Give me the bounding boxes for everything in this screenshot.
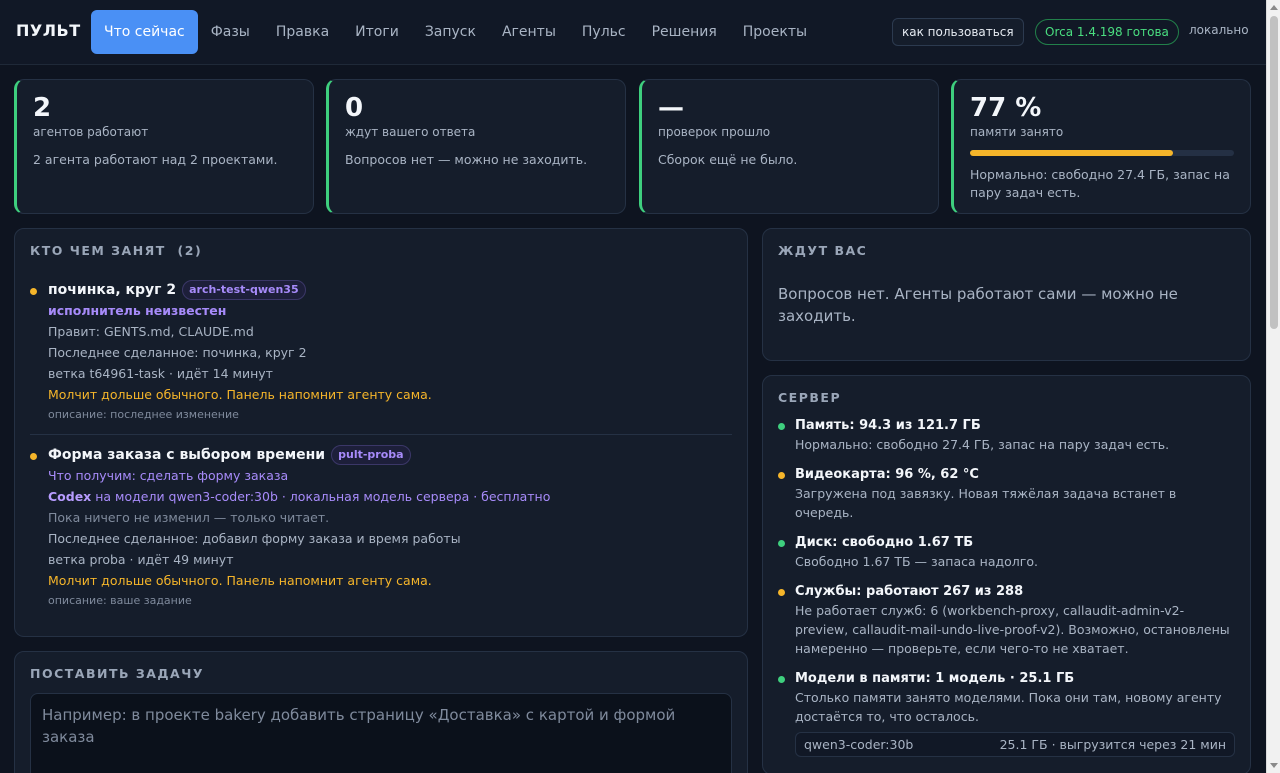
server-item-head: Память: 94.3 из 121.7 ГБ <box>795 418 981 433</box>
stat-value: — <box>658 93 684 123</box>
agent-note: описание: последнее изменение <box>48 408 239 421</box>
server-item-memory: Память: 94.3 из 121.7 ГБ Нормально: своб… <box>778 417 1235 454</box>
agents-title: КТО ЧЕМ ЗАНЯТ <box>30 243 166 258</box>
agent-edits: Правит: GENTS.md, CLAUDE.md <box>48 324 254 339</box>
agent-warning: Молчит дольше обычного. Панель напомнит … <box>48 387 432 402</box>
server-item-body: Не работает служб: 6 (workbench-proxy, c… <box>795 603 1230 656</box>
agent-last-action: Последнее сделанное: добавил форму заказ… <box>48 531 461 546</box>
stat-value: 0 <box>345 93 364 123</box>
tab-launch[interactable]: Запуск <box>412 10 489 54</box>
stat-card-memory: 77 % памяти занято Нормально: свободно 2… <box>951 79 1251 214</box>
stat-label: памяти занято <box>970 125 1064 139</box>
section-title: КТО ЧЕМ ЗАНЯТ (2) <box>30 243 732 258</box>
server-item-head: Диск: свободно 1.67 ТБ <box>795 535 974 550</box>
tab-phases[interactable]: Фазы <box>198 10 263 54</box>
project-tag[interactable]: arch-test-qwen35 <box>182 280 306 300</box>
agent-note: описание: ваше задание <box>48 594 192 607</box>
brand-logo: ПУЛЬТ <box>16 21 81 40</box>
agents-count: (2) <box>177 243 203 258</box>
scroll-up-arrow-icon[interactable] <box>1270 5 1278 10</box>
section-title: ПОСТАВИТЬ ЗАДАЧУ <box>30 666 204 681</box>
agent-item[interactable]: починка, круг 2 arch-test-qwen35 исполни… <box>30 280 732 425</box>
server-item-head: Модели в памяти: 1 модель · 25.1 ГБ <box>795 671 1075 686</box>
main-nav: Что сейчас Фазы Правка Итоги Запуск Аген… <box>91 10 820 54</box>
server-item-body: Столько памяти занято моделями. Пока они… <box>795 690 1222 724</box>
stat-card-waiting: 0 ждут вашего ответа Вопросов нет — можн… <box>326 79 626 214</box>
agent-title-row: починка, круг 2 arch-test-qwen35 <box>48 280 732 300</box>
stat-description: Вопросов нет — можно не заходить. <box>345 152 588 167</box>
task-input[interactable] <box>30 693 732 773</box>
server-item-body: Нормально: свободно 27.4 ГБ, запас на па… <box>795 437 1170 452</box>
server-item-gpu: Видеокарта: 96 %, 62 °C Загружена под за… <box>778 466 1235 522</box>
server-panel: СЕРВЕР Память: 94.3 из 121.7 ГБ Нормальн… <box>762 375 1251 773</box>
status-dot <box>778 589 785 596</box>
loaded-model-row[interactable]: qwen3-coder:30b 25.1 ГБ · выгрузится чер… <box>795 732 1235 757</box>
stat-value: 2 <box>33 93 52 123</box>
tab-pulse[interactable]: Пульс <box>569 10 639 54</box>
stat-card-agents: 2 агентов работают 2 агента работают над… <box>14 79 314 214</box>
tab-decisions[interactable]: Решения <box>639 10 730 54</box>
divider <box>30 434 732 435</box>
waiting-panel: ЖДУТ ВАС Вопросов нет. Агенты работают с… <box>762 228 1251 361</box>
stat-description: Сборок ещё не было. <box>658 152 798 167</box>
page-scrollbar[interactable] <box>1266 0 1280 773</box>
new-task-panel: ПОСТАВИТЬ ЗАДАЧУ <box>14 651 748 773</box>
agent-idle: Пока ничего не изменил — только читает. <box>48 510 330 525</box>
server-item-disk: Диск: свободно 1.67 ТБ Свободно 1.67 ТБ … <box>778 534 1235 571</box>
server-item-body: Свободно 1.67 ТБ — запаса надолго. <box>795 554 1038 569</box>
status-dot <box>778 676 785 683</box>
help-button[interactable]: как пользоваться <box>892 18 1024 46</box>
status-dot <box>778 472 785 479</box>
server-item-body: Загружена под завязку. Новая тяжёлая зад… <box>795 486 1177 520</box>
agent-title: Форма заказа с выбором времени <box>48 447 326 463</box>
agent-model-details: на модели qwen3-coder:30b · локальная мо… <box>95 489 551 504</box>
status-dot <box>30 453 37 460</box>
agent-last-action: Последнее сделанное: починка, круг 2 <box>48 345 307 360</box>
stat-label: проверок прошло <box>658 125 771 139</box>
section-title: ЖДУТ ВАС <box>778 243 868 258</box>
agent-title-row: Форма заказа с выбором времени pult-prob… <box>48 445 732 465</box>
agent-goal: Что получим: сделать форму заказа <box>48 468 289 483</box>
status-badge: Orca 1.4.198 готова <box>1035 19 1179 45</box>
scrollbar-thumb[interactable] <box>1270 16 1278 329</box>
mode-label: локально <box>1189 23 1249 37</box>
agents-panel: КТО ЧЕМ ЗАНЯТ (2) починка, круг 2 arch-t… <box>14 228 748 637</box>
agent-model: Codex на модели qwen3-coder:30b · локаль… <box>48 486 732 507</box>
agent-branch: ветка t64961-task · идёт 14 минут <box>48 366 273 381</box>
server-item-models: Модели в памяти: 1 модель · 25.1 ГБ Стол… <box>778 670 1235 726</box>
project-tag[interactable]: pult-proba <box>331 445 411 465</box>
server-item-head: Службы: работают 267 из 288 <box>795 584 1024 599</box>
scroll-down-arrow-icon[interactable] <box>1270 763 1278 768</box>
agent-warning: Молчит дольше обычного. Панель напомнит … <box>48 573 432 588</box>
stat-label: ждут вашего ответа <box>345 125 476 139</box>
status-dot <box>30 288 37 295</box>
memory-progress-bar <box>970 150 1234 156</box>
stat-value: 77 % <box>970 93 1042 123</box>
agent-item[interactable]: Форма заказа с выбором времени pult-prob… <box>30 445 732 611</box>
status-dot <box>778 540 785 547</box>
memory-progress-fill <box>970 150 1174 156</box>
tab-edit[interactable]: Правка <box>263 10 342 54</box>
agent-executor: исполнитель неизвестен <box>48 303 227 318</box>
agent-title: починка, круг 2 <box>48 282 177 298</box>
agent-branch: ветка proba · идёт 49 минут <box>48 552 234 567</box>
server-item-head: Видеокарта: 96 %, 62 °C <box>795 467 979 482</box>
stat-description: 2 агента работают над 2 проектами. <box>33 152 278 167</box>
waiting-message: Вопросов нет. Агенты работают сами — мож… <box>778 285 1178 325</box>
stat-description: Нормально: свободно 27.4 ГБ, запас на па… <box>970 167 1230 200</box>
status-dot <box>778 423 785 430</box>
tab-projects[interactable]: Проекты <box>730 10 820 54</box>
section-title: СЕРВЕР <box>778 390 842 405</box>
tab-agents[interactable]: Агенты <box>489 10 569 54</box>
tab-results[interactable]: Итоги <box>342 10 412 54</box>
tab-now[interactable]: Что сейчас <box>91 10 198 54</box>
top-bar: ПУЛЬТ Что сейчас Фазы Правка Итоги Запус… <box>0 0 1266 65</box>
model-info: 25.1 ГБ · выгрузится через 21 мин <box>999 737 1226 752</box>
stat-label: агентов работают <box>33 125 149 139</box>
agent-model-name: Codex <box>48 489 92 504</box>
model-name: qwen3-coder:30b <box>804 737 914 752</box>
server-item-services: Службы: работают 267 из 288 Не работает … <box>778 583 1235 658</box>
stat-card-checks: — проверок прошло Сборок ещё не было. <box>639 79 939 214</box>
